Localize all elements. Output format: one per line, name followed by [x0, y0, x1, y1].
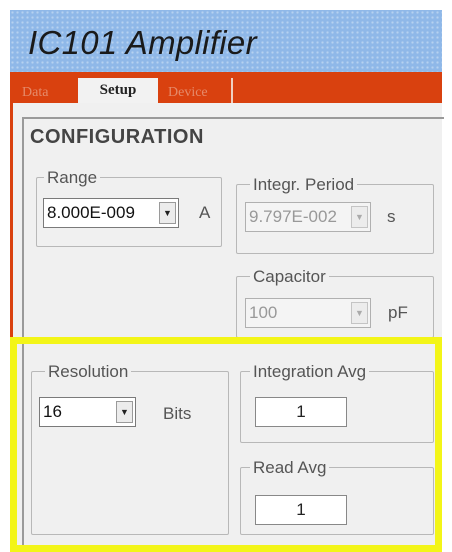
tab-device[interactable]: Device	[168, 83, 208, 103]
resolution-value: 16	[43, 402, 62, 421]
integration-avg-label: Integration Avg	[250, 362, 370, 382]
integration-avg-input[interactable]: 1	[255, 397, 347, 427]
read-avg-label: Read Avg	[250, 458, 330, 478]
configuration-title: CONFIGURATION	[30, 126, 204, 148]
title-bar: IC101 Amplifier	[10, 10, 442, 72]
resolution-dropdown[interactable]: 16 ▼	[39, 397, 136, 427]
integration-period-value: 9.797E-002	[249, 207, 337, 226]
tab-data[interactable]: Data	[22, 83, 48, 103]
range-dropdown[interactable]: 8.000E-009 ▼	[43, 198, 179, 228]
tab-strip: Data Setup Device	[10, 72, 442, 103]
range-unit: A	[199, 203, 211, 222]
chevron-down-icon[interactable]: ▼	[159, 202, 176, 224]
capacitor-value: 100	[249, 303, 278, 322]
panel-left-border	[10, 103, 13, 552]
resolution-group	[31, 371, 229, 535]
read-avg-input[interactable]: 1	[255, 495, 347, 525]
app-title: IC101 Amplifier	[28, 24, 257, 61]
range-label: Range	[44, 168, 101, 188]
capacitor-label: Capacitor	[250, 267, 329, 287]
tab-setup[interactable]: Setup	[78, 78, 158, 103]
integration-period-label: Integr. Period	[250, 175, 358, 195]
chevron-down-icon[interactable]: ▼	[351, 302, 368, 324]
integration-period-unit: s	[387, 207, 396, 226]
chevron-down-icon[interactable]: ▼	[116, 401, 133, 423]
capacitor-dropdown[interactable]: 100 ▼	[245, 298, 371, 328]
resolution-label: Resolution	[45, 362, 132, 382]
chevron-down-icon[interactable]: ▼	[351, 206, 368, 228]
range-value: 8.000E-009	[47, 203, 135, 222]
resolution-unit: Bits	[163, 404, 192, 423]
tab-separator	[231, 78, 233, 103]
capacitor-unit: pF	[388, 303, 408, 322]
integration-period-dropdown[interactable]: 9.797E-002 ▼	[245, 202, 371, 232]
